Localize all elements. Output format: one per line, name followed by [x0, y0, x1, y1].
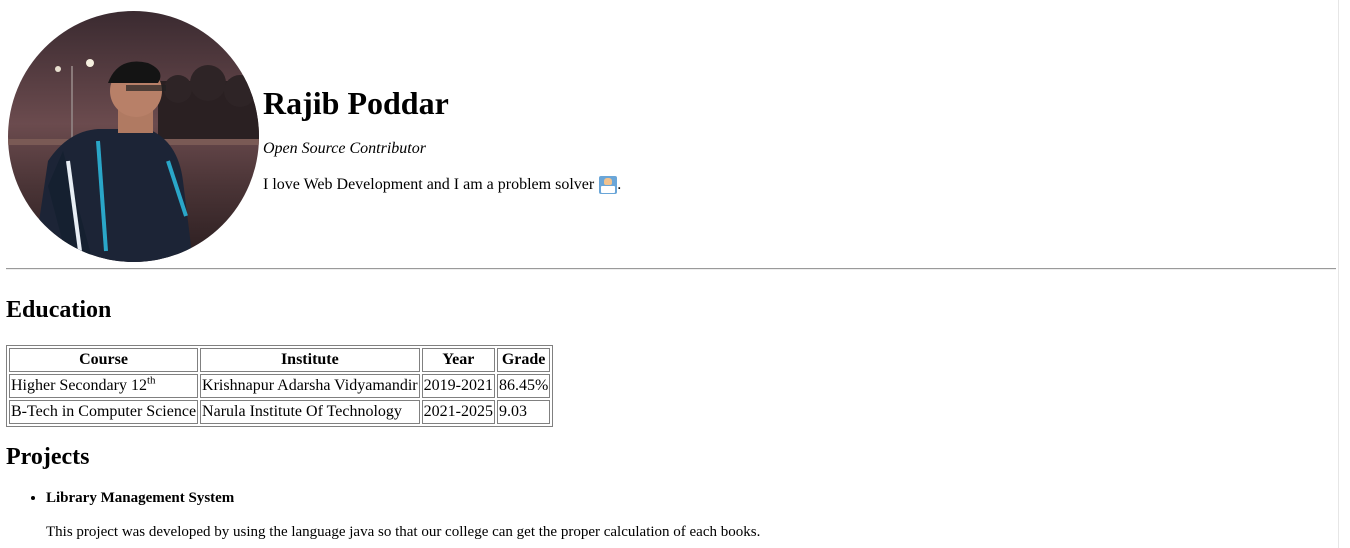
cell-grade: 86.45%	[496, 374, 551, 398]
avatar	[8, 11, 259, 262]
header-grade: Grade	[496, 348, 551, 372]
header-course: Course	[9, 348, 199, 372]
cell-year: 2021-2025	[421, 400, 495, 424]
profile-photo	[8, 11, 259, 262]
profile-tagline: Open Source Contributor	[263, 140, 426, 157]
header-year: Year	[421, 348, 495, 372]
page-scrollbar[interactable]	[1338, 0, 1350, 548]
section-divider	[6, 268, 1336, 270]
table-row: Higher Secondary 12th Krishnapur Adarsha…	[9, 374, 551, 398]
cell-institute: Narula Institute Of Technology	[200, 400, 420, 424]
technologist-emoji-icon	[599, 176, 618, 194]
projects-list: Library Management System This project w…	[6, 488, 760, 542]
education-table: Course Institute Year Grade Higher Secon…	[6, 345, 554, 427]
cell-course: B-Tech in Computer Science	[9, 400, 199, 424]
course-superscript: th	[146, 374, 156, 387]
table-header-row: Course Institute Year Grade	[9, 348, 551, 372]
project-title: Library Management System	[46, 490, 235, 506]
list-item: Library Management System This project w…	[46, 488, 760, 542]
profile-header: Rajib Poddar Open Source Contributor I l…	[8, 11, 1338, 262]
profile-intro: Rajib Poddar Open Source Contributor I l…	[263, 85, 621, 195]
profile-bio: I love Web Development and I am a proble…	[263, 175, 621, 195]
cell-institute: Krishnapur Adarsha Vidyamandir	[200, 374, 420, 398]
education-heading: Education	[6, 297, 112, 323]
cell-year: 2019-2021	[421, 374, 495, 398]
projects-heading: Projects	[6, 444, 90, 470]
header-institute: Institute	[200, 348, 420, 372]
course-text: Higher Secondary 12	[11, 377, 147, 394]
cell-course: Higher Secondary 12th	[9, 374, 199, 398]
table-row: B-Tech in Computer Science Narula Instit…	[9, 400, 551, 424]
project-description: This project was developed by using the …	[46, 524, 761, 540]
profile-bio-text: I love Web Development and I am a proble…	[263, 176, 595, 193]
page: Rajib Poddar Open Source Contributor I l…	[0, 0, 1338, 548]
profile-bio-end: .	[617, 176, 622, 193]
cell-grade: 9.03	[496, 400, 551, 424]
profile-name: Rajib Poddar	[263, 85, 449, 121]
